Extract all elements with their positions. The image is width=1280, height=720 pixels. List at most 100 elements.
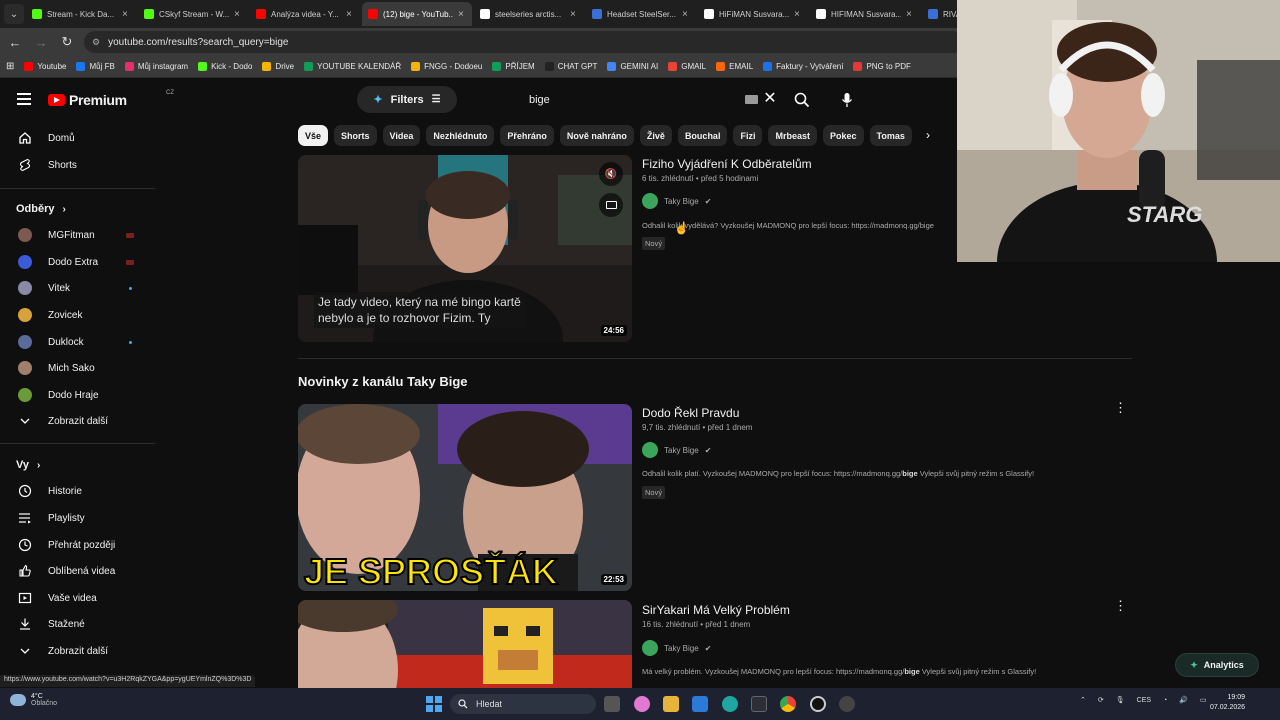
sidebar-item-history[interactable]: Historie	[0, 478, 155, 504]
bookmark-item[interactable]: Youtube	[24, 62, 66, 71]
close-tab-icon[interactable]: ×	[682, 9, 690, 20]
reload-button[interactable]: ↻	[56, 31, 78, 53]
bookmark-item[interactable]: Kick - Dodo	[198, 62, 252, 71]
more-actions-icon[interactable]: ⋮	[1114, 401, 1127, 414]
bookmark-item[interactable]: CHAT GPT	[544, 62, 597, 71]
analytics-button[interactable]: ✦ Analytics	[1175, 653, 1259, 677]
browser-tab[interactable]: (12) bige - YouTub... ×	[362, 2, 472, 26]
more-actions-icon[interactable]: ⋮	[1114, 599, 1127, 612]
apps-icon[interactable]: ⊞	[6, 61, 14, 72]
battery-icon[interactable]: ▭	[1200, 696, 1207, 704]
bookmark-item[interactable]: YOUTUBE KALENDÁŘ	[304, 62, 401, 71]
video-title[interactable]: Fiziho Vyjádření K Odběratelům	[642, 157, 812, 171]
voice-search-button[interactable]	[831, 86, 863, 113]
bookmark-item[interactable]: GEMINI AI	[607, 62, 658, 71]
sidebar-item-playlists[interactable]: Playlisty	[0, 505, 155, 531]
close-tab-icon[interactable]: ×	[346, 9, 354, 20]
sync-icon[interactable]: ⟳	[1098, 696, 1104, 704]
taskbar-clock[interactable]: 19:09 07.02.2026	[1210, 693, 1245, 713]
channel-avatar[interactable]	[642, 442, 658, 458]
search-button[interactable]	[784, 86, 820, 113]
chips-next-icon[interactable]: ›	[926, 128, 940, 142]
bookmark-item[interactable]: Můj instagram	[124, 62, 188, 71]
sidebar-subscription[interactable]: Mich Sako	[0, 355, 155, 381]
browser-tab[interactable]: Analýza videa - Y... ×	[250, 2, 360, 26]
you-header[interactable]: Vy ›	[16, 459, 40, 471]
tab-search-button[interactable]: ⌄	[4, 4, 24, 24]
back-button[interactable]: ←	[4, 31, 26, 53]
close-tab-icon[interactable]: ×	[458, 9, 466, 20]
filter-chip[interactable]: Bouchal	[677, 125, 728, 146]
sidebar-subscription[interactable]: Duklock	[0, 329, 155, 355]
channel-row[interactable]: Taky Bige ✔	[642, 193, 711, 209]
obs-icon[interactable]	[810, 696, 826, 712]
sidebar-item-home[interactable]: Domů	[0, 125, 155, 151]
settings-icon[interactable]	[839, 696, 855, 712]
browser-tab[interactable]: Headset SteelSer... ×	[586, 2, 696, 26]
bookmark-item[interactable]: Můj FB	[76, 62, 115, 71]
subtitles-button[interactable]	[599, 193, 623, 217]
channel-row[interactable]: Taky Bige ✔	[642, 640, 711, 656]
video-title[interactable]: SirYakari Má Velký Problém	[642, 603, 790, 617]
keyboard-icon[interactable]	[745, 95, 758, 104]
sidebar-subscription[interactable]: Dodo Hraje	[0, 382, 155, 408]
video-thumbnail-2[interactable]: JE SPROSŤÁK 22:53	[298, 404, 632, 591]
weather-widget[interactable]: 4°C Oblačno	[10, 693, 57, 707]
mute-button[interactable]: 🔇	[599, 162, 623, 186]
sidebar-item-download[interactable]: Stažené	[0, 611, 155, 637]
sidebar-item-watch-later[interactable]: Přehrát později	[0, 532, 155, 558]
show-more-subscriptions[interactable]: Zobrazit další	[0, 408, 155, 434]
bookmark-item[interactable]: PŘÍJEM	[492, 62, 535, 71]
bookmark-item[interactable]: Faktury - Vytváření	[763, 62, 843, 71]
sidebar-subscription[interactable]: Zovicek	[0, 302, 155, 328]
mic-tray-icon[interactable]: 🎙	[1116, 696, 1125, 704]
channel-name[interactable]: Taky Bige	[664, 644, 699, 653]
edge-icon[interactable]	[722, 696, 738, 712]
bookmark-item[interactable]: PNG to PDF	[853, 62, 911, 71]
sidebar-item-your-videos[interactable]: Vaše videa	[0, 585, 155, 611]
browser-tab[interactable]: HiFiMAN Susvara... ×	[698, 2, 808, 26]
sidebar-item-shorts[interactable]: Shorts	[0, 152, 155, 178]
filter-chip[interactable]: Shorts	[334, 125, 377, 146]
filter-chip[interactable]: Přehráno	[500, 125, 554, 146]
menu-icon[interactable]	[17, 93, 31, 108]
taskbar-search[interactable]: Hledat	[450, 694, 596, 714]
filter-chip[interactable]: Tomas	[869, 125, 912, 146]
channel-name[interactable]: Taky Bige	[664, 197, 699, 206]
copilot-icon[interactable]	[634, 696, 650, 712]
task-view-icon[interactable]	[604, 696, 620, 712]
filter-chip[interactable]: Živě	[639, 125, 672, 146]
bookmark-item[interactable]: FNGG - Dodoeu	[411, 62, 482, 71]
url-field[interactable]: ⚙ youtube.com/results?search_query=bige	[84, 31, 964, 53]
filter-chip[interactable]: Videa	[382, 125, 421, 146]
sidebar-item-chevron-down[interactable]: Zobrazit další	[0, 638, 155, 664]
browser-tab[interactable]: CSkyf Stream - W... ×	[138, 2, 248, 26]
filter-chip[interactable]: Vše	[298, 125, 329, 146]
windows-start-icon[interactable]	[426, 696, 442, 712]
close-tab-icon[interactable]: ×	[906, 9, 914, 20]
filter-chip[interactable]: Fizi	[733, 125, 763, 146]
subscriptions-header[interactable]: Odběry ›	[16, 203, 66, 215]
filter-chip[interactable]: Nově nahráno	[559, 125, 634, 146]
channel-name[interactable]: Taky Bige	[664, 446, 699, 455]
sidebar-item-liked[interactable]: Oblíbená videa	[0, 558, 155, 584]
close-tab-icon[interactable]: ×	[794, 9, 802, 20]
sidebar-subscription[interactable]: MGFitman	[0, 222, 155, 248]
bookmark-item[interactable]: EMAIL	[716, 62, 753, 71]
sidebar-subscription[interactable]: Dodo Extra	[0, 249, 155, 275]
channel-avatar[interactable]	[642, 640, 658, 656]
bookmark-item[interactable]: GMAIL	[668, 62, 706, 71]
language-indicator[interactable]: CES	[1137, 697, 1151, 704]
close-tab-icon[interactable]: ×	[122, 9, 130, 20]
video-thumbnail-1[interactable]: Je tady video, který na mé bingo kartě n…	[298, 155, 632, 342]
browser-tab[interactable]: HIFIMAN Susvara... ×	[810, 2, 920, 26]
channel-row[interactable]: Taky Bige ✔	[642, 442, 711, 458]
browser-tab[interactable]: steelseries arctis... ×	[474, 2, 584, 26]
outlook-icon[interactable]	[692, 696, 708, 712]
file-explorer-icon[interactable]	[663, 696, 679, 712]
terminal-icon[interactable]	[751, 696, 767, 712]
browser-tab[interactable]: Stream - Kick Da... ×	[26, 2, 136, 26]
bookmark-item[interactable]: Drive	[262, 62, 294, 71]
filter-chip[interactable]: Pokec	[822, 125, 864, 146]
sidebar-subscription[interactable]: Vitek	[0, 275, 155, 301]
